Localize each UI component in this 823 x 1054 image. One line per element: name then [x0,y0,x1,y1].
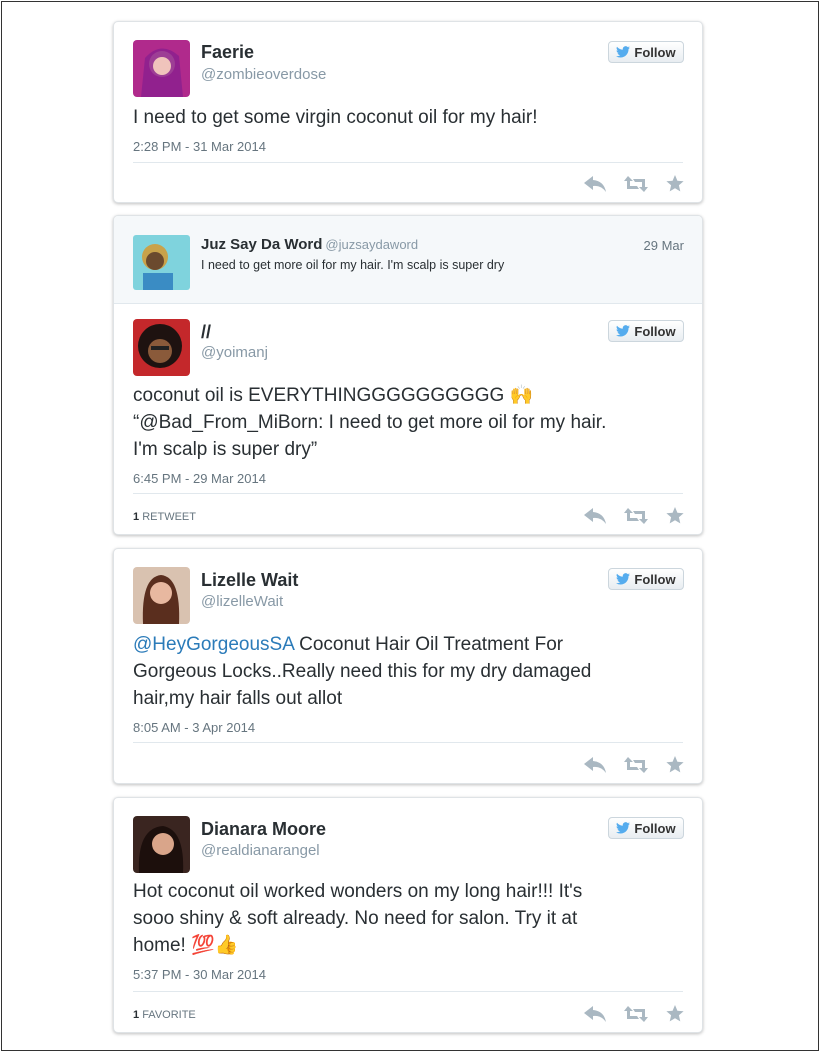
tweet-text-line: coconut oil is EVERYTHINGGGGGGGGGG 🙌 [133,385,534,406]
retweet-icon[interactable] [624,175,648,197]
tweet-text: @HeyGorgeousSA Coconut Hair Oil Treatmen… [133,631,682,712]
twitter-bird-icon [616,325,631,337]
tweet-text-line: home! 💯👍 [133,935,239,956]
follow-button[interactable]: Follow [608,41,684,63]
star-icon[interactable] [666,1005,684,1027]
follow-label: Follow [634,44,676,60]
user-handle[interactable]: @lizelleWait [201,593,283,610]
tweet-card-lizelle: Lizelle Wait @lizelleWait Follow @HeyGor… [113,548,703,784]
avatar[interactable] [133,567,190,624]
display-name[interactable]: // [201,322,211,343]
quoted-name-text: Juz Say Da Word [201,236,323,253]
tweet-card-faerie: Faerie @zombieoverdose Follow I need to … [113,21,703,203]
tweet-text: I need to get some virgin coconut oil fo… [133,107,538,128]
tweet-timestamp[interactable]: 2:28 PM - 31 Mar 2014 [133,139,266,154]
follow-button[interactable]: Follow [608,568,684,590]
retweet-icon[interactable] [624,756,648,778]
retweet-icon[interactable] [624,507,648,529]
tweet-timestamp[interactable]: 8:05 AM - 3 Apr 2014 [133,720,255,735]
follow-button[interactable]: Follow [608,817,684,839]
stat-count: 1 [133,511,140,523]
retweet-count[interactable]: 1 RETWEET [133,511,196,523]
quoted-handle: @juzsaydaword [325,237,419,252]
twitter-bird-icon [616,822,631,834]
avatar[interactable] [133,816,190,873]
reply-icon[interactable] [584,756,606,778]
reply-icon[interactable] [584,507,606,529]
reply-icon[interactable] [584,1005,606,1027]
tweet-text-line: Gorgeous Locks..Really need this for my … [133,661,592,682]
twitter-bird-icon [616,573,631,585]
tweet-actions [584,507,684,529]
tweet-text-line: hair,my hair falls out allot [133,688,343,709]
stat-label: FAVORITE [142,1009,196,1021]
tweet-timestamp[interactable]: 5:37 PM - 30 Mar 2014 [133,967,266,982]
tweet-actions [584,1005,684,1027]
avatar[interactable] [133,319,190,376]
twitter-bird-icon [616,46,631,58]
mention-link[interactable]: @HeyGorgeousSA [133,634,294,655]
user-handle[interactable]: @realdianarangel [201,842,320,859]
quoted-display-name: Juz Say Da Word @juzsaydaword [201,236,418,253]
quoted-date: 29 Mar [643,238,684,253]
follow-button[interactable]: Follow [608,320,684,342]
user-handle[interactable]: @zombieoverdose [201,66,326,83]
star-icon[interactable] [666,507,684,529]
divider [133,493,683,494]
quoted-text: I need to get more oil for my hair. I'm … [201,258,505,272]
tweet-text: coconut oil is EVERYTHINGGGGGGGGGG 🙌 “@B… [133,382,682,463]
tweet-timestamp[interactable]: 6:45 PM - 29 Mar 2014 [133,471,266,486]
user-handle[interactable]: @yoimanj [201,344,268,361]
divider [133,991,683,992]
tweet-text-line: “@Bad_From_MiBorn: I need to get more oi… [133,412,607,433]
stat-label: RETWEET [142,511,196,523]
avatar[interactable] [133,40,190,97]
retweet-icon[interactable] [624,1005,648,1027]
tweet-card-dianara: Dianara Moore @realdianarangel Follow Ho… [113,797,703,1033]
tweet-text-line: I'm scalp is super dry” [133,439,318,460]
display-name[interactable]: Lizelle Wait [201,570,298,591]
tweet-card-yoimanj: Juz Say Da Word @juzsaydaword 29 Mar I ne… [113,215,703,535]
divider [133,162,683,163]
follow-label: Follow [634,820,676,836]
follow-label: Follow [634,571,676,587]
reply-icon[interactable] [584,175,606,197]
follow-label: Follow [634,323,676,339]
quoted-avatar[interactable] [133,235,190,290]
tweet-text-line: Hot coconut oil worked wonders on my lon… [133,881,583,902]
display-name[interactable]: Dianara Moore [201,819,326,840]
tweet-text-line: sooo shiny & soft already. No need for s… [133,908,578,929]
display-name[interactable]: Faerie [201,42,254,63]
quoted-tweet[interactable]: Juz Say Da Word @juzsaydaword 29 Mar I ne… [114,216,702,304]
divider [133,742,683,743]
star-icon[interactable] [666,175,684,197]
tweet-actions [584,756,684,778]
tweet-text: Hot coconut oil worked wonders on my lon… [133,878,682,959]
tweet-actions [584,175,684,197]
tweet-text-fragment: Coconut Hair Oil Treatment For [293,634,564,655]
star-icon[interactable] [666,756,684,778]
tweet-text-line: @HeyGorgeousSA Coconut Hair Oil Treatmen… [133,631,682,658]
favorite-count[interactable]: 1 FAVORITE [133,1009,196,1021]
stat-count: 1 [133,1009,140,1021]
